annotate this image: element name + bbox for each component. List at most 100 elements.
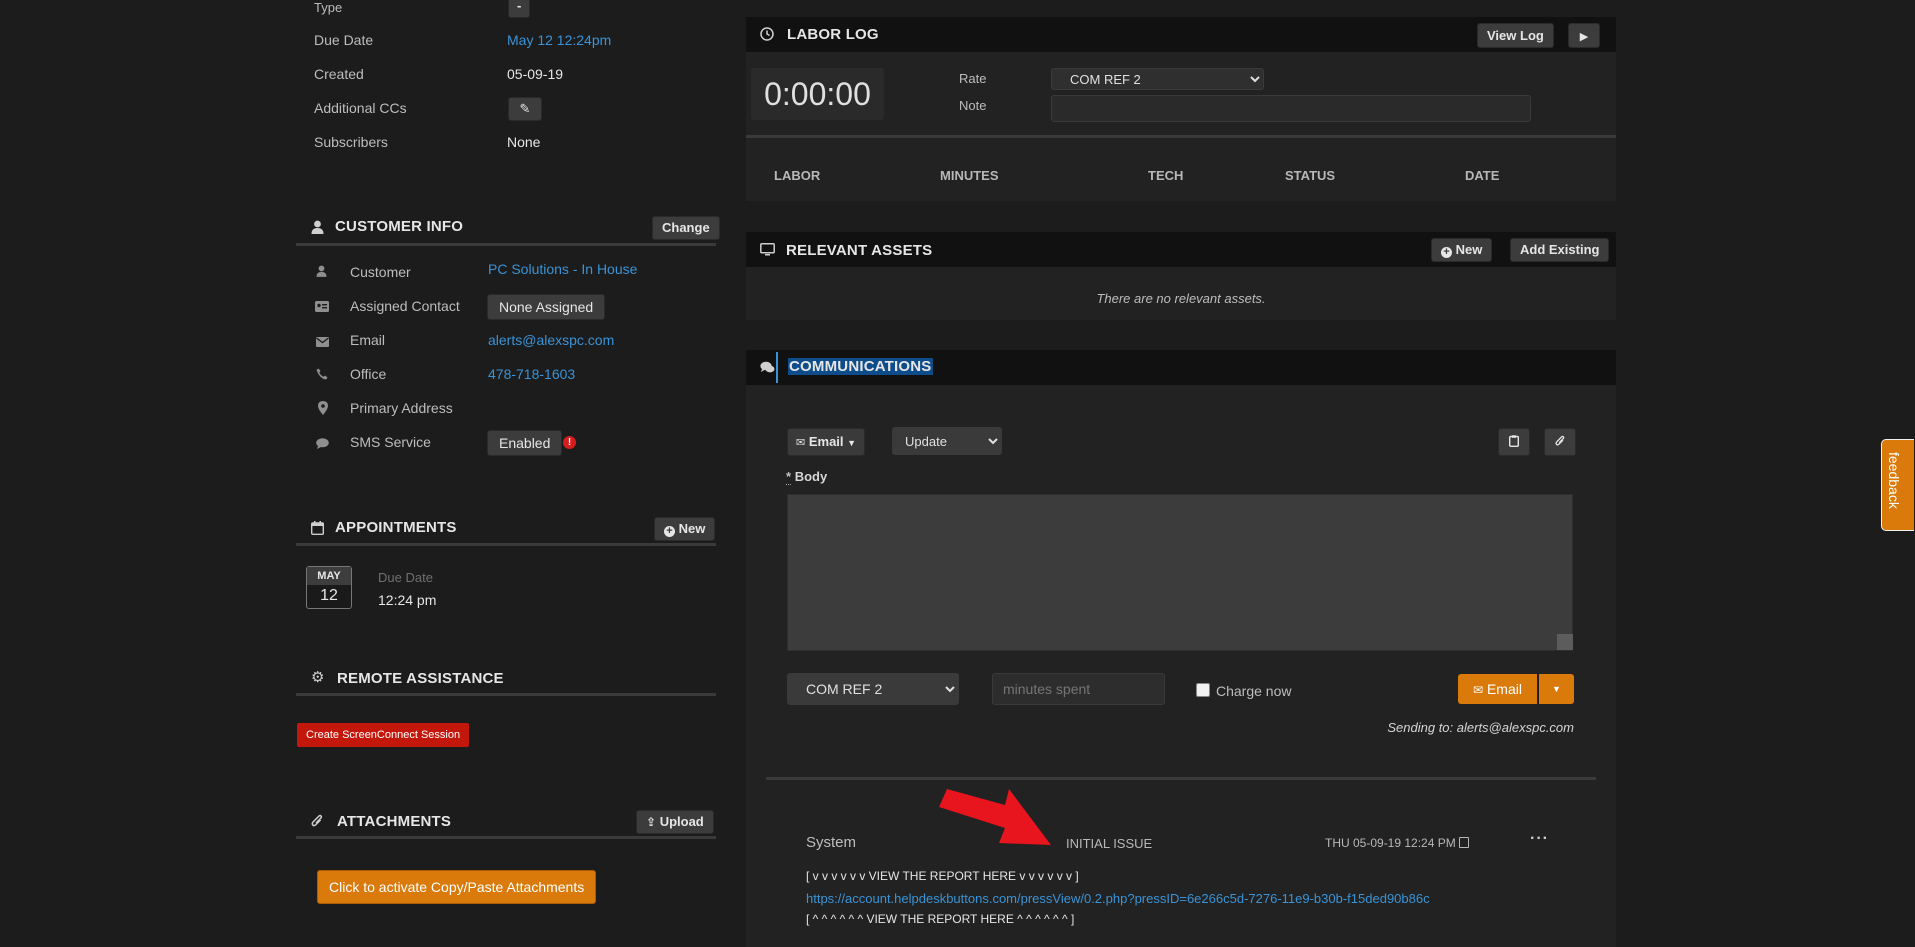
- office-phone-link[interactable]: 478-718-1603: [488, 366, 575, 382]
- update-type-select[interactable]: Update: [892, 427, 1002, 455]
- map-pin-icon: [318, 401, 328, 417]
- labor-log-title: LABOR LOG: [787, 26, 879, 43]
- new-appointment-button[interactable]: + New: [654, 517, 716, 541]
- envelope-icon: ✉: [796, 437, 806, 449]
- clock-icon: [760, 27, 774, 43]
- attachments-title: ATTACHMENTS: [337, 813, 452, 830]
- sms-service-label: SMS Service: [350, 434, 431, 450]
- create-screenconnect-button[interactable]: Create ScreenConnect Session: [297, 723, 470, 747]
- customer-label: Customer: [350, 264, 411, 280]
- upload-icon: ⇪: [646, 815, 657, 829]
- customer-info-title: CUSTOMER INFO: [335, 218, 464, 235]
- note-icon[interactable]: [1459, 837, 1470, 848]
- send-email-label: Email: [1486, 681, 1522, 697]
- send-email-button[interactable]: ✉ Email: [1458, 674, 1537, 704]
- ellipsis-icon: ···: [1530, 830, 1549, 847]
- customer-link[interactable]: PC Solutions - In House: [488, 261, 637, 277]
- communications-title: COMMUNICATIONS: [788, 358, 933, 375]
- assigned-contact-button[interactable]: None Assigned: [487, 294, 606, 320]
- phone-icon: [316, 368, 328, 382]
- due-date-value[interactable]: May 12 12:24pm: [507, 32, 611, 48]
- new-asset-button[interactable]: + New: [1431, 238, 1493, 262]
- plus-circle-icon: +: [1441, 247, 1452, 258]
- pencil-icon: ✎: [519, 101, 531, 116]
- due-date-label: Due Date: [314, 32, 374, 48]
- sending-to-text: Sending to: alerts@alexspc.com: [1387, 720, 1574, 735]
- new-appointment-label: New: [678, 521, 706, 536]
- paperclip-icon: [1555, 434, 1565, 449]
- minutes-spent-input[interactable]: [992, 673, 1165, 705]
- remote-assistance-title: REMOTE ASSISTANCE: [337, 670, 504, 687]
- required-marker: *: [786, 469, 792, 485]
- note-label: Note: [959, 98, 987, 113]
- change-customer-button[interactable]: Change: [652, 216, 720, 240]
- play-icon: ▶: [1579, 31, 1589, 43]
- plus-circle-icon: +: [664, 526, 675, 537]
- paperclip-icon: [311, 814, 323, 831]
- send-options-dropdown[interactable]: ▼: [1539, 674, 1574, 704]
- office-label: Office: [350, 366, 387, 382]
- sms-enabled-button[interactable]: Enabled: [487, 430, 563, 456]
- communications-divider: [766, 777, 1596, 780]
- calendar-icon: [310, 521, 325, 537]
- section-divider: [296, 693, 716, 696]
- subscribers-label: Subscribers: [314, 134, 388, 150]
- email-type-label: Email: [808, 434, 844, 449]
- comm-rate-select[interactable]: COM REF 2: [787, 673, 959, 705]
- appointment-date-badge[interactable]: MAY 12: [306, 566, 352, 609]
- entry-menu-button[interactable]: ···: [1530, 830, 1549, 848]
- envelope-icon: [316, 335, 329, 349]
- relevant-assets-title: RELEVANT ASSETS: [786, 242, 933, 259]
- type-value-button[interactable]: -: [508, 0, 531, 18]
- attach-file-button[interactable]: [1544, 428, 1576, 456]
- status-column-header: STATUS: [1285, 168, 1336, 183]
- appointment-time: 12:24 pm: [378, 592, 437, 608]
- activate-copy-paste-button[interactable]: Click to activate Copy/Paste Attachments: [317, 870, 597, 904]
- note-input[interactable]: [1051, 95, 1531, 122]
- add-existing-asset-button[interactable]: Add Existing: [1510, 238, 1610, 262]
- appointment-month: MAY: [307, 567, 351, 585]
- primary-address-label: Primary Address: [350, 400, 453, 416]
- assigned-contact-label: Assigned Contact: [350, 298, 460, 314]
- additional-ccs-label: Additional CCs: [314, 100, 407, 116]
- no-assets-message: There are no relevant assets.: [1096, 291, 1266, 306]
- id-card-icon: [315, 300, 329, 314]
- body-textarea[interactable]: [787, 494, 1573, 651]
- monitor-icon: [760, 243, 775, 258]
- section-divider: [296, 243, 716, 246]
- email-type-dropdown[interactable]: ✉ Email ▼: [787, 428, 866, 456]
- edit-ccs-button[interactable]: ✎: [508, 97, 542, 121]
- upload-button[interactable]: ⇪ Upload: [636, 810, 714, 834]
- comment-icon: [316, 437, 329, 451]
- feedback-tab[interactable]: feedback: [1881, 439, 1914, 531]
- section-divider: [296, 543, 716, 546]
- alert-icon: !: [563, 436, 576, 449]
- entry-report-link[interactable]: https://account.helpdeskbuttons.com/pres…: [806, 891, 1430, 906]
- email-link[interactable]: alerts@alexspc.com: [488, 332, 614, 348]
- template-button[interactable]: [1498, 428, 1530, 456]
- appointment-day: 12: [320, 587, 338, 604]
- tech-column-header: TECH: [1148, 168, 1184, 183]
- user-icon: [311, 220, 324, 236]
- caret-down-icon: ▼: [1552, 684, 1561, 694]
- new-asset-label: New: [1455, 242, 1483, 257]
- created-value: 05-09-19: [507, 66, 564, 82]
- type-label: Type: [314, 0, 343, 15]
- clipboard-icon: [1508, 434, 1520, 449]
- entry-line-1: [ v v v v v v VIEW THE REPORT HERE v v v…: [806, 869, 1079, 883]
- view-log-button[interactable]: View Log: [1477, 23, 1554, 48]
- start-timer-button[interactable]: ▶: [1568, 23, 1600, 48]
- focus-marker: [776, 352, 778, 383]
- entry-timestamp-wrapper: THU 05-09-19 12:24 PM: [1325, 836, 1470, 850]
- charge-now-checkbox[interactable]: [1196, 683, 1210, 697]
- rate-select[interactable]: COM REF 2: [1051, 68, 1264, 90]
- gear-icon: ⚙: [311, 669, 325, 686]
- resize-handle[interactable]: [1557, 634, 1573, 650]
- section-divider: [296, 836, 716, 839]
- entry-timestamp: THU 05-09-19 12:24 PM: [1325, 836, 1456, 850]
- body-label: Body: [794, 469, 828, 484]
- created-label: Created: [314, 66, 364, 82]
- timer-display: 0:00:00: [764, 76, 871, 112]
- appointment-due-label: Due Date: [378, 570, 433, 585]
- labor-column-header: LABOR: [774, 168, 821, 183]
